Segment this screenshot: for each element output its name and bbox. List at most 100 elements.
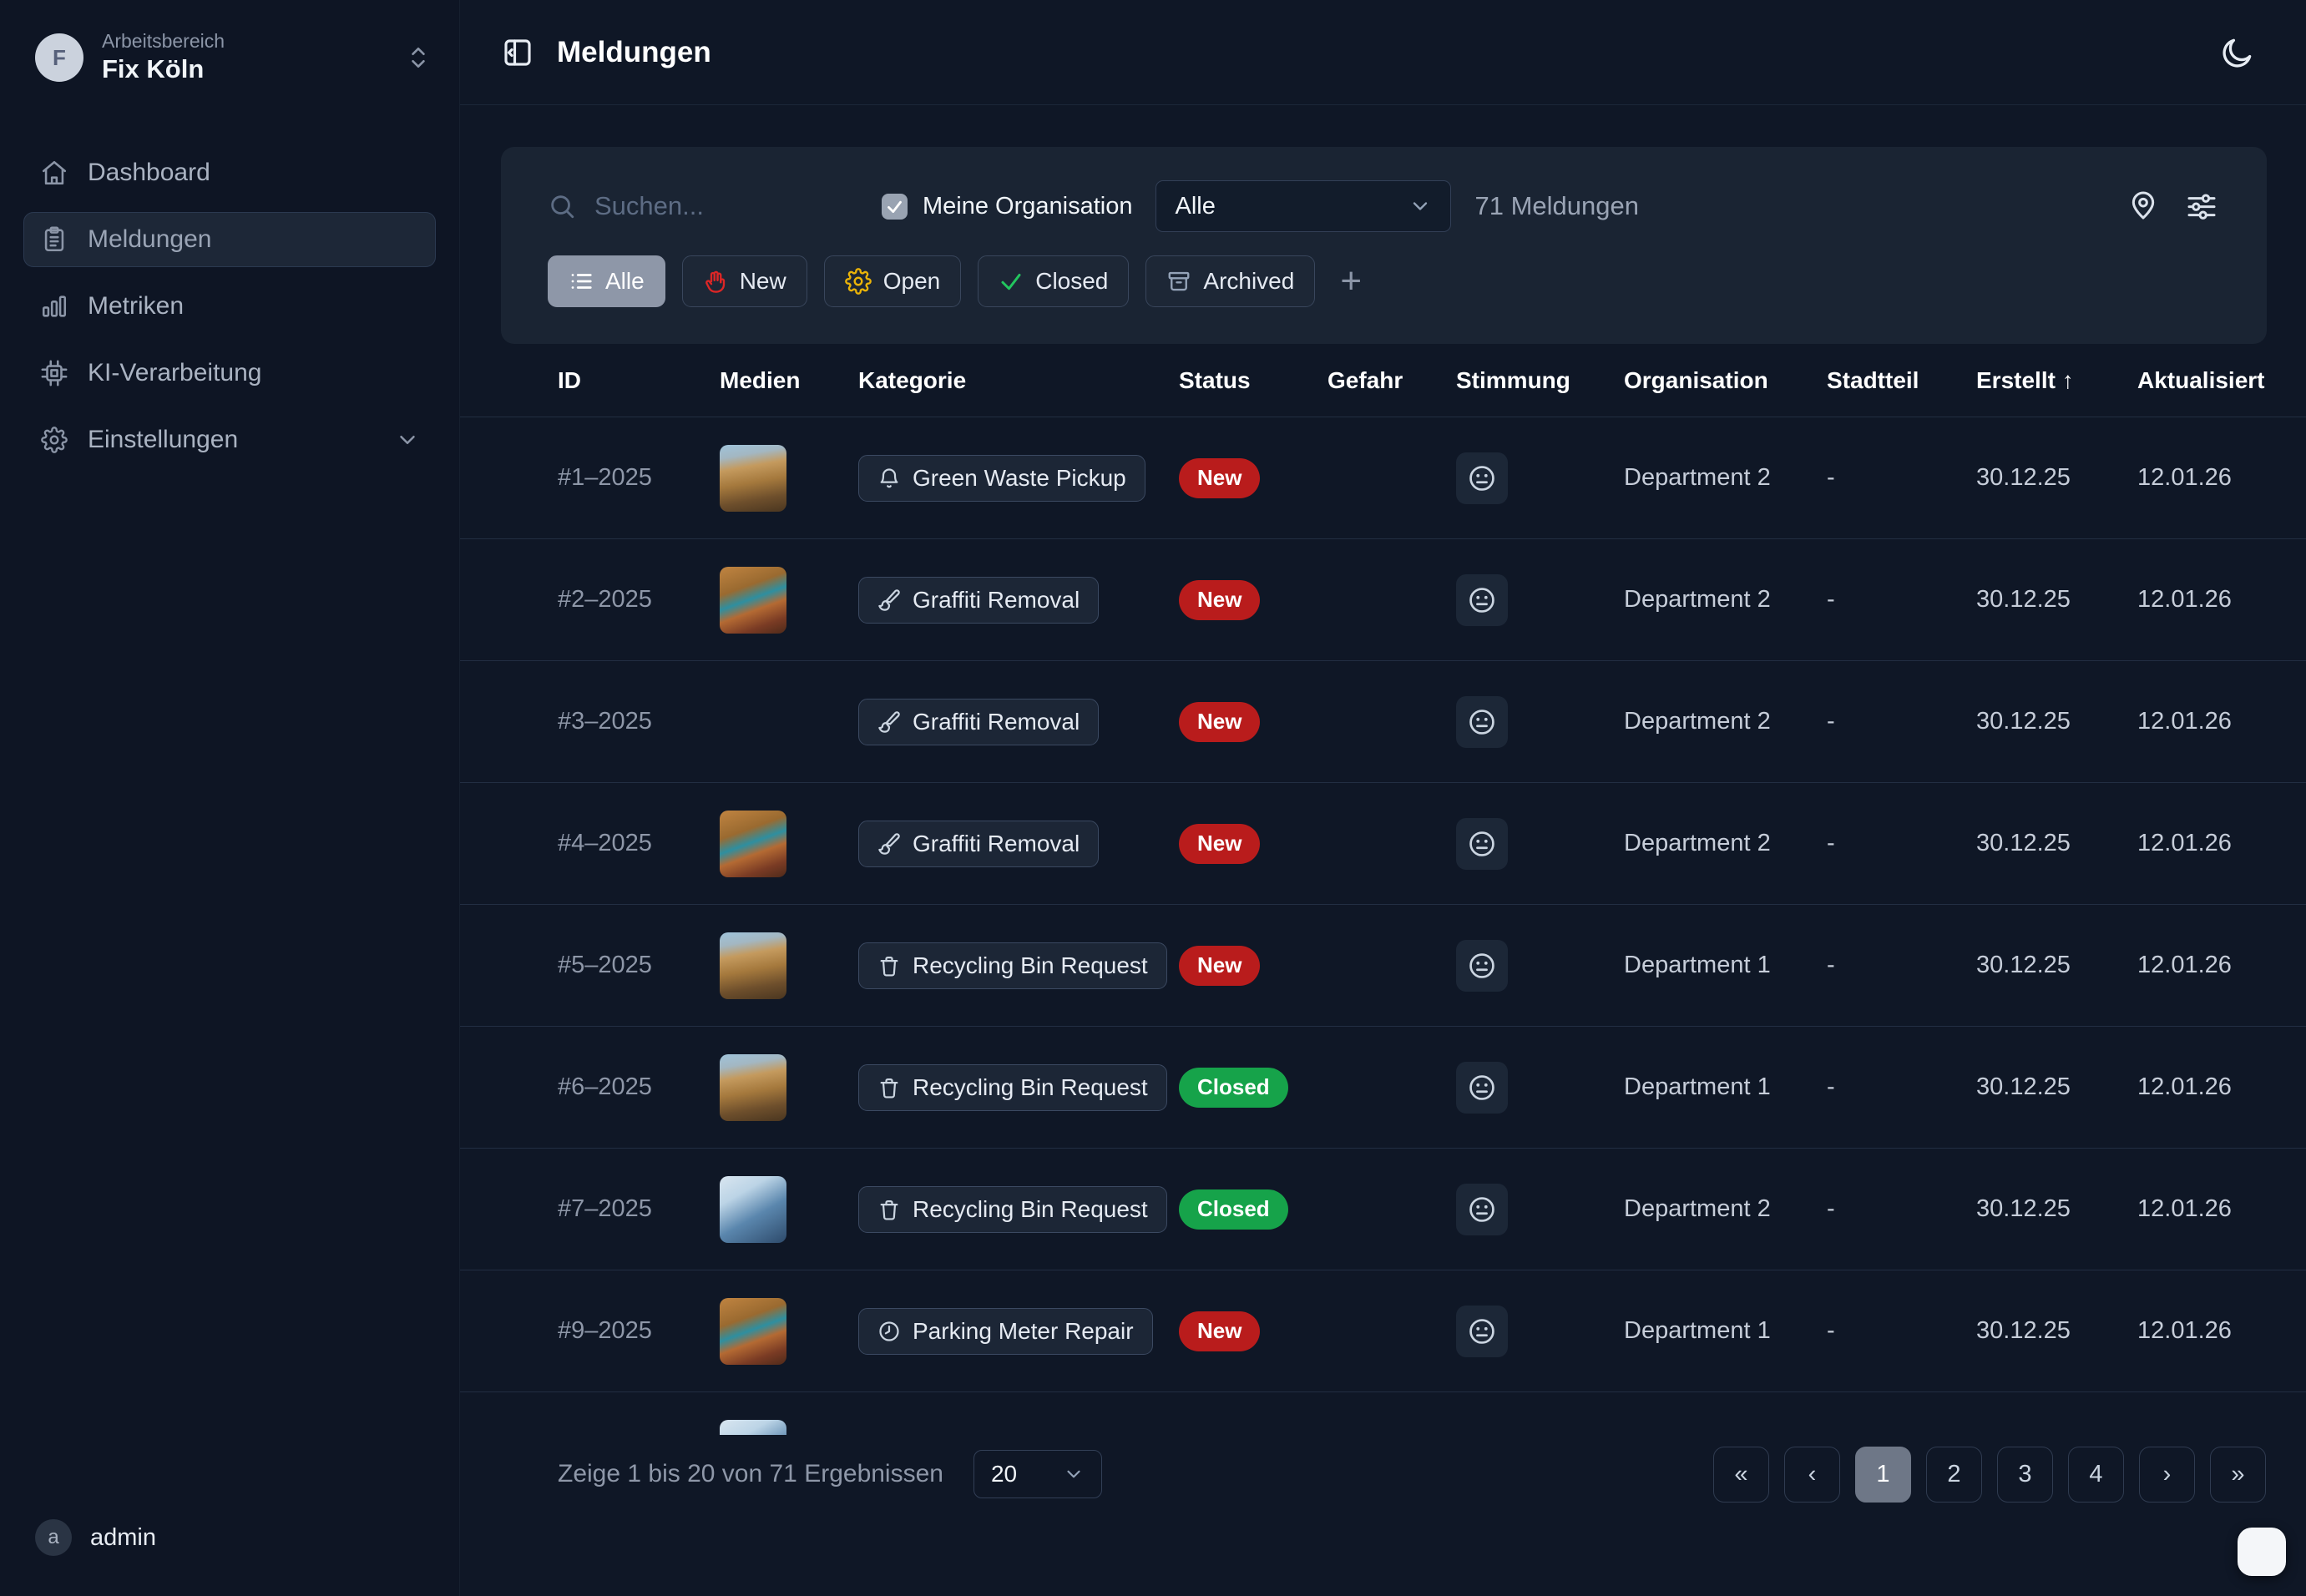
page-button-2[interactable]: 2 [1926, 1447, 1982, 1503]
media-thumbnail[interactable] [720, 689, 786, 755]
media-thumbnail[interactable] [720, 1054, 786, 1121]
stadtteil-cell: - [1827, 1195, 1976, 1223]
column-header-medien[interactable]: Medien [720, 367, 858, 394]
category-badge[interactable]: Recycling Bin Request [858, 1186, 1167, 1233]
sliders-icon[interactable] [2185, 189, 2220, 224]
stadtteil-cell: - [1827, 952, 1976, 979]
page-header: Meldungen [460, 0, 2306, 105]
filter-chip-new[interactable]: New [682, 255, 807, 307]
category-badge[interactable]: Recycling Bin Request [858, 942, 1167, 989]
stadtteil-cell: - [1827, 1317, 1976, 1345]
mood-button[interactable] [1456, 940, 1508, 992]
add-filter-button[interactable]: + [1340, 263, 1362, 300]
archive-icon [1166, 269, 1191, 294]
page-button-4[interactable]: 4 [2068, 1447, 2124, 1503]
previous-page-button[interactable]: ‹ [1784, 1447, 1840, 1503]
organisation-filter-select[interactable]: Alle [1156, 180, 1451, 232]
mood-button[interactable] [1456, 1184, 1508, 1235]
mood-button[interactable] [1456, 696, 1508, 748]
table-row[interactable]: #1–2025Green Waste PickupNewDepartment 2… [460, 417, 2306, 538]
clipboard-icon [39, 225, 69, 254]
filter-chip-open[interactable]: Open [824, 255, 962, 307]
media-thumbnail[interactable] [720, 1298, 786, 1365]
column-header-status[interactable]: Status [1179, 367, 1327, 394]
table-row[interactable]: #9–2025Parking Meter RepairNewDepartment… [460, 1270, 2306, 1391]
sidebar-item-einstellungen[interactable]: Einstellungen [23, 412, 436, 467]
sidebar-item-dashboard[interactable]: Dashboard [23, 145, 436, 200]
status-badge: New [1179, 946, 1260, 986]
category-badge[interactable]: Graffiti Removal [858, 577, 1099, 624]
created-cell: 30.12.25 [1976, 952, 2137, 979]
column-header-aktualisiert[interactable]: Aktualisiert [2137, 367, 2306, 394]
home-icon [39, 159, 69, 187]
mood-button[interactable] [1456, 452, 1508, 504]
filter-chip-label: Archived [1203, 268, 1294, 295]
page-button-3[interactable]: 3 [1997, 1447, 2053, 1503]
media-thumbnail[interactable] [720, 811, 786, 877]
bell-icon [877, 467, 901, 490]
column-header-id[interactable]: ID [558, 367, 720, 394]
category-label: Green Waste Pickup [913, 465, 1126, 492]
filter-chip-closed[interactable]: Closed [978, 255, 1129, 307]
column-header-erstellt[interactable]: Erstellt ↑ [1976, 367, 2137, 394]
table-row[interactable]: #7–2025Recycling Bin RequestClosedDepart… [460, 1148, 2306, 1270]
moon-icon[interactable] [2219, 34, 2256, 71]
table-row[interactable]: #4–2025Graffiti RemovalNewDepartment 2-3… [460, 782, 2306, 904]
page-size-select[interactable]: 20 [973, 1450, 1102, 1498]
chevron-down-icon [1408, 194, 1432, 218]
column-header-organisation[interactable]: Organisation [1624, 367, 1827, 394]
first-page-button[interactable]: « [1713, 1447, 1769, 1503]
media-thumbnail[interactable] [720, 1176, 786, 1243]
map-pin-icon[interactable] [2126, 189, 2162, 224]
category-label: Parking Meter Repair [913, 1318, 1134, 1345]
filter-chip-archived[interactable]: Archived [1145, 255, 1315, 307]
column-header-stadtteil[interactable]: Stadtteil [1827, 367, 1976, 394]
workspace-switcher[interactable]: F Arbeitsbereich Fix Köln [23, 23, 436, 92]
category-badge[interactable]: Recycling Bin Request [858, 1064, 1167, 1111]
media-thumbnail[interactable] [720, 932, 786, 999]
last-page-button[interactable]: » [2210, 1447, 2266, 1503]
mood-button[interactable] [1456, 574, 1508, 626]
column-header-gefahr[interactable]: Gefahr [1327, 367, 1456, 394]
category-badge[interactable]: Graffiti Removal [858, 699, 1099, 745]
mood-button[interactable] [1456, 818, 1508, 870]
trash-icon [877, 1076, 901, 1099]
report-id: #1–2025 [558, 464, 720, 492]
sidebar-item-meldungen[interactable]: Meldungen [23, 212, 436, 267]
stadtteil-cell: - [1827, 830, 1976, 857]
category-badge[interactable]: Graffiti Removal [858, 821, 1099, 867]
user-menu[interactable]: a admin [23, 1513, 436, 1563]
sidebar-collapse-icon[interactable] [500, 35, 535, 70]
mood-button[interactable] [1456, 1062, 1508, 1114]
table-row[interactable]: #6–2025Recycling Bin RequestClosedDepart… [460, 1026, 2306, 1148]
table-row[interactable]: #3–2025Graffiti RemovalNewDepartment 2-3… [460, 660, 2306, 782]
category-badge[interactable]: Parking Meter Repair [858, 1308, 1153, 1355]
table-row[interactable]: #2–2025Graffiti RemovalNewDepartment 2-3… [460, 538, 2306, 660]
search-box [548, 191, 858, 221]
sidebar-item-ki-verarbeitung[interactable]: KI-Verarbeitung [23, 346, 436, 401]
bar-chart-icon [39, 292, 69, 321]
sidebar-item-label: Meldungen [88, 225, 211, 254]
mood-button[interactable] [1456, 1306, 1508, 1357]
next-page-button[interactable]: › [2139, 1447, 2195, 1503]
report-id: #6–2025 [558, 1073, 720, 1101]
widget-button[interactable] [2238, 1528, 2286, 1576]
updated-cell: 12.01.26 [2137, 586, 2306, 614]
organisation-cell: Department 2 [1624, 464, 1827, 492]
column-header-kategorie[interactable]: Kategorie [858, 367, 1179, 394]
table-row[interactable]: #5–2025Recycling Bin RequestNewDepartmen… [460, 904, 2306, 1026]
table-header-row: IDMedienKategorieStatusGefahrStimmungOrg… [460, 344, 2306, 417]
page-button-1[interactable]: 1 [1855, 1447, 1911, 1503]
status-badge: Closed [1179, 1189, 1288, 1230]
my-organisation-checkbox[interactable]: Meine Organisation [882, 193, 1132, 220]
column-header-stimmung[interactable]: Stimmung [1456, 367, 1624, 394]
report-id: #9–2025 [558, 1317, 720, 1345]
category-badge[interactable]: Green Waste Pickup [858, 455, 1145, 502]
search-input[interactable] [594, 191, 858, 221]
media-thumbnail[interactable] [720, 567, 786, 634]
created-cell: 30.12.25 [1976, 1195, 2137, 1223]
media-thumbnail[interactable] [720, 445, 786, 512]
media-thumbnail[interactable] [720, 1420, 786, 1435]
sidebar-item-metriken[interactable]: Metriken [23, 279, 436, 334]
filter-chip-alle[interactable]: Alle [548, 255, 665, 307]
